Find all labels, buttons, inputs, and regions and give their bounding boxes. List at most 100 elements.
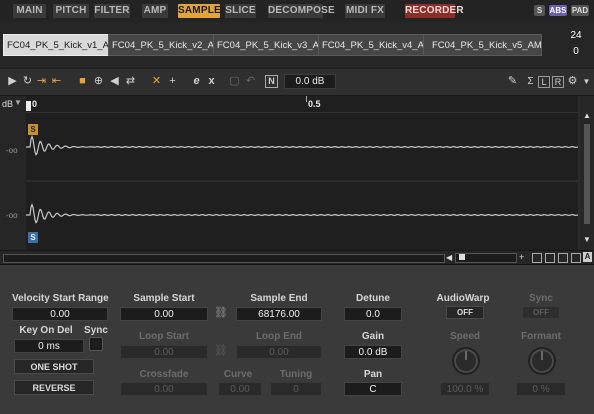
gain-display[interactable]: 0.0 dB xyxy=(284,74,336,89)
speed-field[interactable]: 100.0 % xyxy=(440,382,490,396)
copy-icon[interactable]: ▢ xyxy=(228,75,241,88)
sample-tab-v5[interactable]: FC04_PK_5_Kick_v5_AM xyxy=(423,34,542,56)
tab-decompose[interactable]: DECOMPOSE xyxy=(268,4,335,18)
tab-pitch[interactable]: PITCH xyxy=(53,4,89,18)
ruler-label-0-5: 0.5 xyxy=(308,99,321,109)
loop-link-icon[interactable]: ⛓ xyxy=(214,344,228,357)
sample-parameters-panel: Velocity Start Range 0.00 Key On Del 0 m… xyxy=(0,264,594,414)
formant-label: Formant xyxy=(521,331,561,342)
time-ruler[interactable]: 0 0.5 xyxy=(26,96,578,112)
tab-recorder[interactable]: RECORDER xyxy=(405,4,464,18)
normalize-icon[interactable]: N xyxy=(265,75,278,88)
cut-icon[interactable]: ✕ xyxy=(150,75,163,88)
vertical-scroll-thumb[interactable] xyxy=(584,124,590,224)
zoom-loop-icon[interactable] xyxy=(558,253,568,263)
horizontal-scroll-thumb[interactable] xyxy=(3,254,445,263)
pan-field[interactable]: C xyxy=(344,382,402,396)
audiowarp-toggle[interactable]: OFF xyxy=(446,306,484,319)
play-icon[interactable]: ▶ xyxy=(6,75,19,88)
db-dropdown-icon[interactable]: ▼ xyxy=(14,98,22,107)
close-icon[interactable]: x xyxy=(205,75,218,88)
loop-icon[interactable]: ↻ xyxy=(21,75,34,88)
sync-label: Sync xyxy=(84,325,108,336)
crossfade-field[interactable]: 0.00 xyxy=(120,382,208,396)
sample-tab-v2[interactable]: FC04_PK_5_Kick_v2_AM xyxy=(108,34,214,56)
sync-checkbox[interactable] xyxy=(89,337,103,351)
sample-start-field[interactable]: 0.00 xyxy=(120,307,208,321)
sample-end-field[interactable]: 68176.00 xyxy=(236,307,322,321)
speed-knob-pointer xyxy=(465,351,467,360)
sample-end-label: Sample End xyxy=(250,293,308,304)
link-icon[interactable]: ⛓ xyxy=(214,306,228,319)
select-range-icon[interactable]: ■ xyxy=(76,75,89,88)
snap-icon[interactable]: ⇤ xyxy=(50,75,63,88)
abs-badge[interactable]: ABS xyxy=(549,5,567,16)
waveform-trace xyxy=(26,202,578,224)
gain-field[interactable]: 0.0 dB xyxy=(344,345,402,359)
reverse-button[interactable]: REVERSE xyxy=(14,380,94,395)
gear-icon[interactable]: ⚙ xyxy=(566,75,579,88)
vertical-zoom-scrollbar[interactable]: ▲ ▼ xyxy=(580,96,594,250)
pad-badge[interactable]: PAD xyxy=(571,5,589,16)
key-on-del-field[interactable]: 0 ms xyxy=(14,339,84,353)
formant-knob[interactable] xyxy=(528,347,556,375)
key-on-del-label: Key On Del xyxy=(19,325,73,336)
edit-icon[interactable]: e xyxy=(190,75,203,88)
speed-knob[interactable] xyxy=(452,347,480,375)
sync-warp-toggle[interactable]: OFF xyxy=(522,306,560,319)
sum-icon[interactable]: Σ xyxy=(524,75,537,88)
loop-start-field[interactable]: 0.00 xyxy=(120,345,208,359)
right-channel-icon[interactable]: R xyxy=(552,76,564,88)
scroll-left-icon[interactable]: ◀ xyxy=(446,253,452,262)
scrub-icon[interactable]: ⇄ xyxy=(124,75,137,88)
pencil-icon[interactable]: ✎ xyxy=(506,75,519,88)
sample-tab-v1[interactable]: FC04_PK_5_Kick_v1_AM xyxy=(3,34,109,56)
sample-tab-v3[interactable]: FC04_PK_5_Kick_v3_AM xyxy=(213,34,319,56)
speaker-icon[interactable]: ◀ xyxy=(108,75,121,88)
waveform-display[interactable]: S S xyxy=(26,112,578,250)
scroll-up-icon[interactable]: ▲ xyxy=(583,112,591,120)
loop-end-field[interactable]: 0.00 xyxy=(236,345,322,359)
zoom-fit-icon[interactable] xyxy=(532,253,542,263)
chevron-down-icon[interactable]: ▼ xyxy=(580,75,593,88)
sample-tab-v4[interactable]: FC04_PK_5_Kick_v4_AM xyxy=(318,34,424,56)
waveform-channel-right xyxy=(26,202,578,224)
left-channel-icon[interactable]: L xyxy=(538,76,550,88)
tab-sample[interactable]: SAMPLE xyxy=(178,4,221,18)
waveform-trace xyxy=(26,134,578,156)
tab-main[interactable]: MAIN xyxy=(13,4,46,18)
playhead-marker[interactable] xyxy=(26,101,31,111)
formant-field[interactable]: 0 % xyxy=(516,382,566,396)
tab-midi-fx[interactable]: MIDI FX xyxy=(345,4,385,18)
tab-filter[interactable]: FILTER xyxy=(94,4,130,18)
sample-start-marker[interactable]: S xyxy=(28,124,38,135)
loop-start-label: Loop Start xyxy=(139,331,189,342)
crosshair-icon[interactable]: + xyxy=(166,75,179,88)
pan-label: Pan xyxy=(363,369,383,380)
one-shot-button[interactable]: ONE SHOT xyxy=(14,359,94,374)
db-label: dB xyxy=(2,99,14,109)
tuning-label: Tuning xyxy=(279,369,313,380)
zoom-slider-handle[interactable] xyxy=(459,254,465,260)
crossfade-label: Crossfade xyxy=(139,369,189,380)
undo-icon[interactable]: ↶ xyxy=(244,75,257,88)
zoom-in-icon[interactable]: + xyxy=(519,252,524,262)
scroll-down-icon[interactable]: ▼ xyxy=(583,236,591,244)
velocity-start-range-field[interactable]: 0.00 xyxy=(12,307,108,321)
horizontal-scrollbar[interactable]: ◀ + A xyxy=(0,250,594,265)
waveform-svg xyxy=(26,112,578,224)
detune-field[interactable]: 0.0 xyxy=(344,307,402,321)
zoom-region-icon[interactable] xyxy=(545,253,555,263)
sample-end-marker[interactable]: S xyxy=(28,232,38,243)
follow-icon[interactable]: ⇥ xyxy=(35,75,48,88)
auto-zoom-icon[interactable]: A xyxy=(583,252,592,262)
curve-field[interactable]: 0.00 xyxy=(218,382,262,396)
audiowarp-label: AudioWarp xyxy=(436,293,490,304)
zoom-icon[interactable]: ⊕ xyxy=(92,75,105,88)
tuning-field[interactable]: 0 xyxy=(270,382,322,396)
s-badge[interactable]: S xyxy=(534,5,545,16)
loop-end-label: Loop End xyxy=(255,331,303,342)
zoom-all-icon[interactable] xyxy=(571,253,581,263)
tab-amp[interactable]: AMP xyxy=(142,4,168,18)
tab-slice[interactable]: SLICE xyxy=(225,4,256,18)
